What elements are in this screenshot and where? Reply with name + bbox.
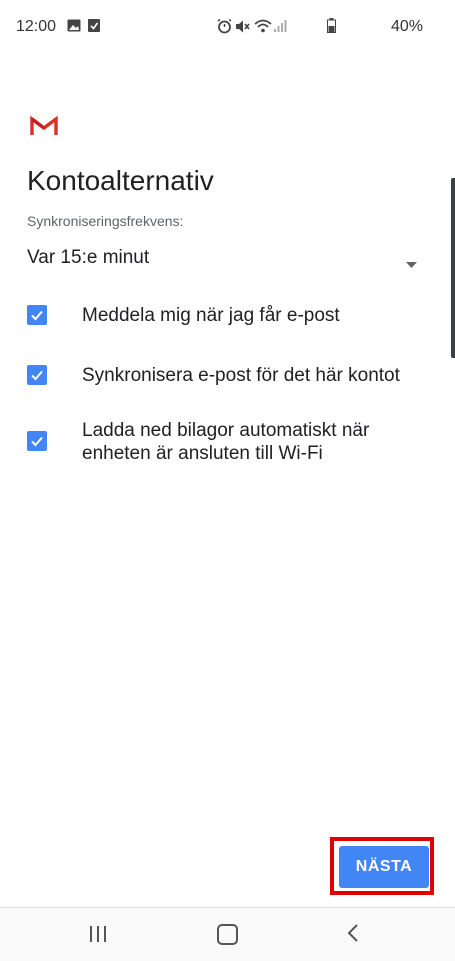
caret-down-icon [406, 255, 417, 273]
signal-icon [273, 19, 287, 38]
next-button[interactable]: NÄSTA [339, 846, 429, 888]
option-download-attachments-label: Ladda ned bilagor automatiskt när enhete… [82, 420, 370, 464]
scroll-indicator [451, 178, 455, 358]
check-icon [31, 370, 43, 381]
image-icon [67, 19, 81, 37]
battery-percent: 40% [390, 18, 423, 35]
checkbox-sync[interactable] [27, 365, 47, 385]
checkbox-download-attachments[interactable] [27, 431, 47, 451]
mute-icon [235, 19, 250, 39]
navigation-bar [0, 907, 455, 961]
wifi-icon [254, 19, 272, 38]
check-icon [31, 310, 43, 321]
sync-frequency-dropdown[interactable]: Var 15:e minut [27, 240, 425, 276]
alarm-icon [217, 18, 232, 39]
sync-frequency-label: Synkroniseringsfrekvens: [27, 213, 184, 229]
battery-icon [327, 18, 336, 38]
option-sync-label: Synkronisera e-post för det här kontot [82, 365, 400, 386]
status-bar: 12:00 40% [0, 0, 455, 56]
checkbox-notify[interactable] [27, 305, 47, 325]
check-icon [31, 436, 43, 447]
back-icon[interactable] [346, 923, 360, 948]
page-title: Kontoalternativ [27, 165, 214, 196]
gmail-logo [30, 115, 58, 137]
sync-frequency-value: Var 15:e minut [27, 247, 150, 268]
home-icon[interactable] [217, 924, 238, 945]
status-time: 12:00 [16, 18, 57, 35]
recent-apps-icon[interactable] [88, 925, 108, 948]
option-notify-label: Meddela mig när jag får e-post [82, 305, 340, 326]
download-check-icon [88, 19, 100, 37]
